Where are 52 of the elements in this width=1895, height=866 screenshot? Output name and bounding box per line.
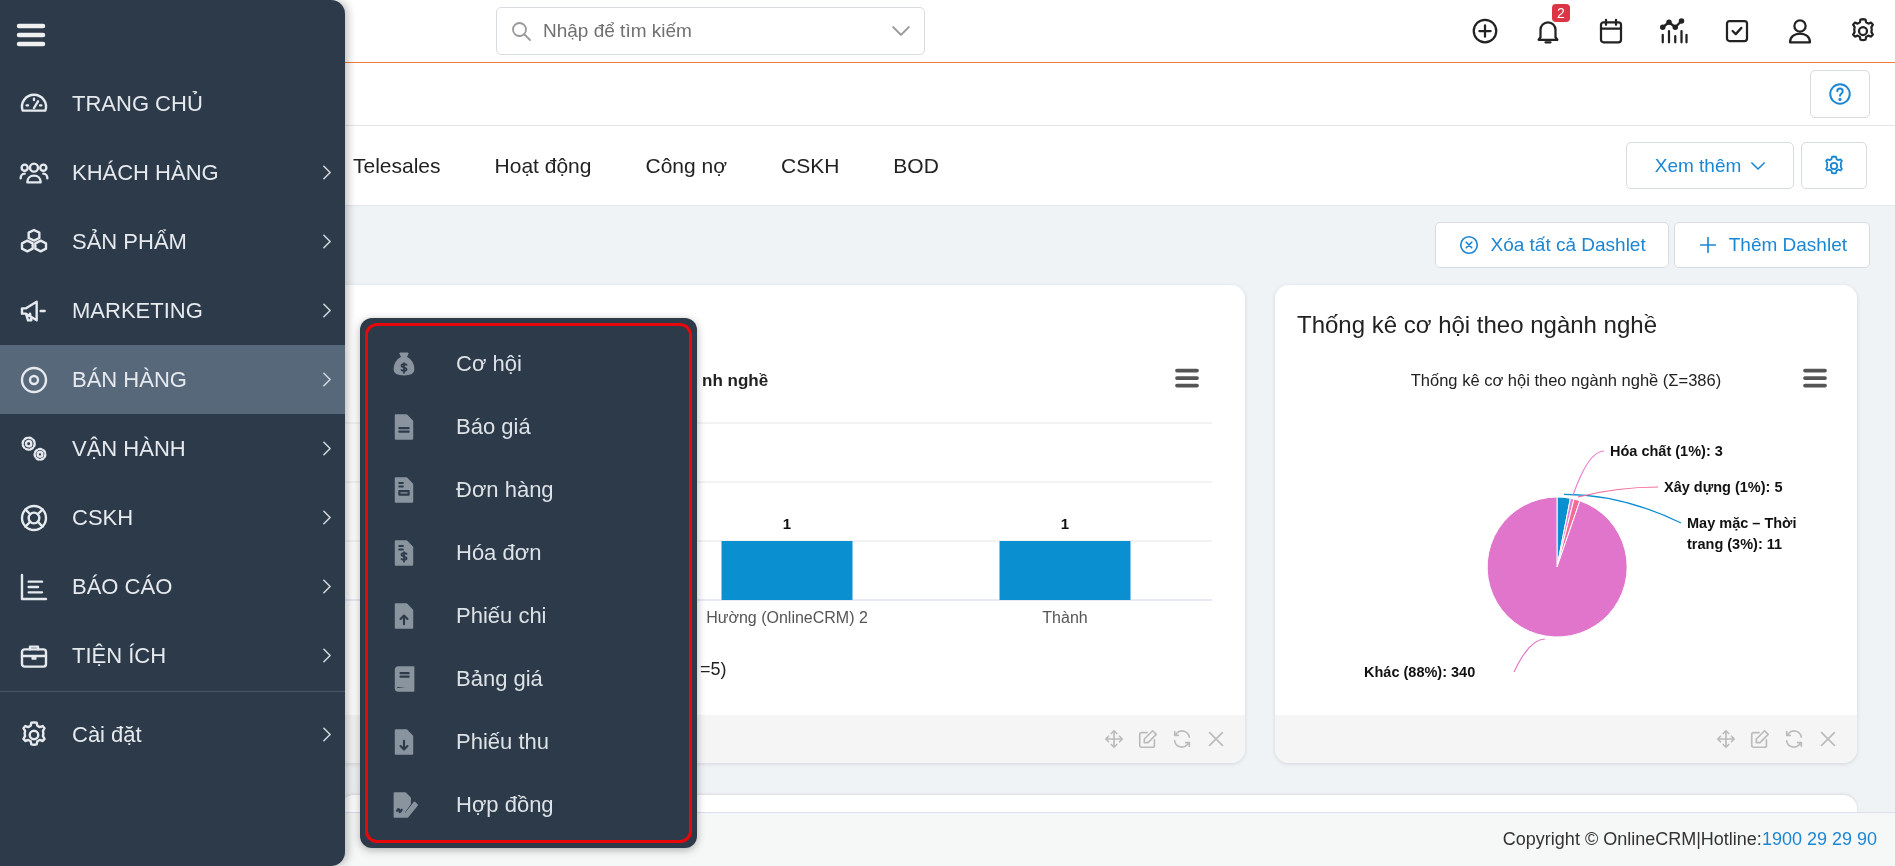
help-button[interactable] — [1810, 70, 1870, 118]
slice-label: Hóa chất (1%): 3 — [1610, 443, 1723, 459]
dashboard-tab[interactable]: Công nợ — [645, 153, 727, 178]
sidebar-item[interactable]: SẢN PHẨM — [0, 207, 345, 276]
submenu-item[interactable]: Phiếu chi — [368, 584, 689, 647]
dashboard-tab[interactable]: Telesales — [353, 153, 441, 178]
dashboard-tab[interactable]: CSKH — [781, 153, 840, 178]
card-title: Thống kê cơ hội theo ngành nghề — [1296, 310, 1658, 340]
data-label: 1 — [1060, 515, 1070, 532]
line-chart-icon[interactable] — [1659, 16, 1689, 46]
sidebar-item[interactable]: VẬN HÀNH — [0, 414, 345, 483]
search-icon — [509, 19, 533, 43]
chart-title: nh nghề — [702, 371, 769, 390]
submenu-item[interactable]: Phiếu thu — [368, 710, 689, 773]
more-dropdown-button[interactable]: Xem thêm — [1626, 142, 1794, 189]
category-label: Hường (OnlineCRM) 2 — [706, 609, 868, 626]
submenu-item[interactable]: Hợp đồng — [368, 773, 689, 836]
dashboard-tab[interactable]: BOD — [893, 153, 939, 178]
chevron-down-icon — [1751, 161, 1766, 170]
legend-text: =5) — [700, 659, 727, 679]
slice-label: Khác (88%): 340 — [1364, 664, 1476, 680]
sidebar-item[interactable]: CSKH — [0, 483, 345, 552]
settings-button[interactable] — [1801, 142, 1867, 189]
slice-label: May mặc – Thời trang (3%): 11 — [1687, 515, 1797, 552]
sidebar-item[interactable]: MARKETING — [0, 276, 345, 345]
chart-title: Thống kê cơ hội theo ngành nghề (Σ=386) — [1410, 371, 1722, 389]
hotline-link[interactable]: 1900 29 29 90 — [1761, 829, 1877, 850]
copyright-text: Copyright © OnlineCRM|Hotline: — [1502, 829, 1762, 850]
submenu-item[interactable]: Cơ hội — [368, 332, 689, 395]
sidebar-item[interactable]: TIỆN ÍCH — [0, 621, 345, 690]
search-field[interactable]: Nhập để tìm kiếm — [496, 7, 925, 55]
sidebar-item[interactable]: BÁO CÁO — [0, 552, 345, 621]
submenu-item[interactable]: Báo giá — [368, 395, 689, 458]
submenu-item[interactable]: Đơn hàng — [368, 458, 689, 521]
category-label: Thành — [1042, 609, 1088, 626]
clear-dashlets-button[interactable]: Xóa tất cả Dashlet — [1435, 222, 1669, 268]
help-icon — [1827, 81, 1853, 107]
clear-icon — [1458, 234, 1481, 256]
chevron-down-icon — [892, 26, 910, 36]
submenu-item[interactable]: Hóa đơn — [368, 521, 689, 584]
sidebar-item[interactable]: TRANG CHỦ — [0, 69, 345, 138]
data-label: 1 — [782, 515, 792, 532]
notification-badge: 2 — [1552, 4, 1570, 22]
sidebar-item[interactable]: KHÁCH HÀNG — [0, 138, 345, 207]
submenu-item[interactable]: Bảng giá — [368, 647, 689, 710]
leader-line — [1513, 638, 1546, 673]
add-circle-icon[interactable] — [1470, 16, 1500, 46]
add-dashlet-button[interactable]: Thêm Dashlet — [1673, 222, 1870, 268]
slice-label: Xây dựng (1%): 5 — [1664, 479, 1783, 495]
sidebar-item[interactable]: Cài đặt — [0, 700, 345, 769]
dashboard-tab[interactable]: Hoạt động — [494, 153, 592, 178]
sidebar-item[interactable]: BÁN HÀNG — [0, 345, 345, 414]
